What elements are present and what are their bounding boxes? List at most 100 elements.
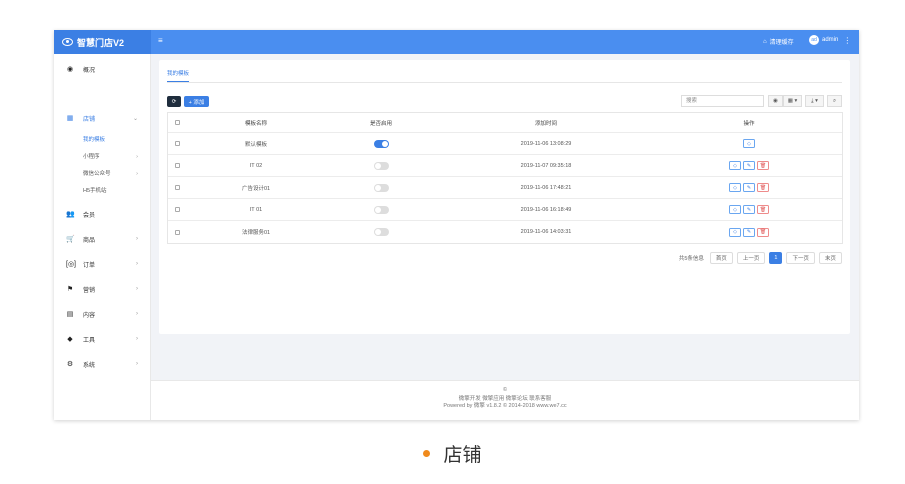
columns-button[interactable]: ▦ ▾ <box>783 95 802 107</box>
user-menu[interactable]: ad admin ⋮ <box>809 35 851 45</box>
sidebar-subitem-label: 我的模板 <box>83 137 106 143</box>
page-1-button[interactable]: 1 <box>769 252 783 264</box>
tab-my-templates[interactable]: 我的模板 <box>167 69 190 82</box>
trash-icon: 🗑 <box>759 206 767 213</box>
advanced-search-button[interactable]: ⌕ <box>827 95 842 107</box>
sidebar-item-8[interactable]: ◆ 工具 › <box>54 331 151 347</box>
sidebar-subitem-4[interactable]: H5手机站 <box>83 185 151 197</box>
search-input[interactable]: 搜索 <box>681 95 764 107</box>
add-button[interactable]: + 添加 <box>184 96 209 107</box>
toggle-knob <box>374 184 381 191</box>
hamburger-icon[interactable]: ≡ <box>158 36 163 45</box>
sidebar-item-7[interactable]: ▤ 内容 › <box>54 306 151 322</box>
chevron-icon: › <box>136 236 138 242</box>
toggle-knob <box>381 140 388 147</box>
broom-icon: ⌂ <box>763 38 767 45</box>
edit-button[interactable]: ✎ <box>743 183 755 192</box>
first-page-button[interactable]: 首页 <box>709 252 733 264</box>
tab-divider <box>167 82 842 83</box>
enabled-toggle[interactable] <box>373 205 389 214</box>
preview-button[interactable]: ◇ <box>729 161 741 170</box>
enabled-toggle[interactable] <box>373 161 389 170</box>
preview-button[interactable]: ◇ <box>729 205 741 214</box>
row-checkbox[interactable] <box>174 207 180 212</box>
sidebar-item-label: 订单 <box>83 262 96 269</box>
added-time: 2019-11-06 13:08:29 <box>520 140 572 147</box>
sidebar-subitem-2[interactable]: 小程序 › <box>83 151 151 163</box>
template-name: 法律服务01 <box>241 230 271 236</box>
enabled-toggle[interactable] <box>373 183 389 192</box>
row-actions: ◇ ✎ 🗑 <box>656 177 842 198</box>
delete-button[interactable]: 🗑 <box>757 227 769 237</box>
chevron-icon: › <box>136 261 138 267</box>
footer-links[interactable]: 微擎开发 微擎应用 微擎论坛 联系客服 <box>151 396 859 403</box>
column-header-enabled[interactable]: 是否启用 <box>326 113 436 132</box>
document-icon: ▤ <box>66 311 74 318</box>
caption-dot <box>423 450 431 457</box>
delete-button[interactable]: 🗑 <box>757 183 769 192</box>
cart-icon: 🛒 <box>66 236 75 243</box>
sidebar-item-1[interactable]: ◉ 概况 <box>54 61 151 77</box>
delete-button[interactable]: 🗑 <box>757 161 769 170</box>
template-name: IT 01 <box>249 206 263 213</box>
sidebar-item-label: 系统 <box>83 362 96 369</box>
toggle-view-button[interactable]: ◉ <box>768 95 783 107</box>
table-header: 模板名称 是否启用 添加时间 操作 <box>168 113 842 133</box>
sidebar-item-4[interactable]: 🛒 商品 › <box>54 231 151 247</box>
pagination: 共5条信息 首页 上一页 1 下一页 末页 <box>679 252 842 264</box>
sidebar-item-2[interactable]: ▦ 店铺 ⌄ <box>54 110 151 126</box>
app-window: 智慧门店V2 ≡ ⌂ 清理缓存 ad admin ⋮ ◉ 概况 ▦ 店铺 ⌄ 👥 会员 🛒 商品… <box>54 30 859 420</box>
row-checkbox[interactable] <box>174 229 180 235</box>
trash-icon: 🗑 <box>759 184 767 191</box>
sidebar-item-label: 工具 <box>83 337 96 344</box>
clear-cache-button[interactable]: ⌂ 清理缓存 <box>763 37 794 47</box>
footer-powered: Powered by 微擎 v1.8.2 © 2014-2018 www.we7… <box>443 403 567 409</box>
sidebar-subitem-label: 小程序 <box>83 154 100 160</box>
pagination-total: 共5条信息 <box>678 256 704 262</box>
sidebar-item-3[interactable]: 👥 会员 <box>54 206 151 222</box>
edit-button[interactable]: ✎ <box>743 161 755 170</box>
export-button[interactable]: ⤓ ▾ <box>805 95 824 107</box>
sidebar-item-label: 内容 <box>83 312 96 319</box>
chevron-icon: › <box>136 286 138 292</box>
template-name: 广告设计01 <box>241 185 271 192</box>
toggle-knob <box>374 206 381 213</box>
sidebar-item-9[interactable]: ⚙ 系统 › <box>54 356 151 372</box>
sidebar-subitem-3[interactable]: 微信公众号 › <box>83 168 151 180</box>
row-checkbox[interactable] <box>174 185 180 190</box>
row-checkbox[interactable] <box>174 141 180 146</box>
wifi-icon: ◇ <box>733 162 737 169</box>
delete-button[interactable]: 🗑 <box>757 205 769 214</box>
column-header-time[interactable]: 添加时间 <box>436 113 656 132</box>
edit-button[interactable]: ✎ <box>743 205 755 214</box>
vertical-dots-icon[interactable]: ⋮ <box>843 36 851 45</box>
preview-button[interactable]: ◇ <box>743 139 755 148</box>
dashboard-icon: ◉ <box>66 66 74 73</box>
next-page-button[interactable]: 下一页 <box>786 252 815 264</box>
row-checkbox[interactable] <box>174 163 180 168</box>
chevron-right-icon: › <box>136 154 138 160</box>
grid-icon: ▦ <box>66 115 74 122</box>
last-page-button[interactable]: 末页 <box>818 252 842 264</box>
preview-button[interactable]: ◇ <box>729 227 741 237</box>
main-card: 我的模板 ⟳ + 添加 搜索 ◉ ▦ ▾ ⤓ ▾ ⌕ 模板名称 是否启用 添加时… <box>159 60 850 334</box>
select-all-checkbox[interactable] <box>174 120 180 125</box>
sidebar-item-5[interactable]: [◎] 订单 › <box>54 256 151 272</box>
edit-button[interactable]: ✎ <box>743 227 755 237</box>
sidebar-subitem-1[interactable]: 我的模板 <box>83 134 151 146</box>
search-icon: ⌕ <box>832 97 837 104</box>
eye-icon: ◉ <box>773 98 778 104</box>
sidebar-item-6[interactable]: ⚑ 营销 › <box>54 281 151 297</box>
prev-page-button[interactable]: 上一页 <box>736 252 766 264</box>
pencil-icon: ✎ <box>746 229 752 235</box>
sidebar-item-label: 店铺 <box>83 116 96 123</box>
enabled-toggle[interactable] <box>373 228 389 236</box>
enabled-toggle[interactable] <box>373 139 389 148</box>
refresh-button[interactable]: ⟳ <box>167 96 181 107</box>
brand[interactable]: 智慧门店V2 <box>54 30 151 54</box>
column-header-name[interactable]: 模板名称 <box>186 113 326 132</box>
preview-button[interactable]: ◇ <box>729 183 741 192</box>
sidebar-item-label: 概况 <box>83 67 96 74</box>
pencil-icon: ✎ <box>746 184 752 191</box>
wifi-icon: ◇ <box>747 140 751 147</box>
